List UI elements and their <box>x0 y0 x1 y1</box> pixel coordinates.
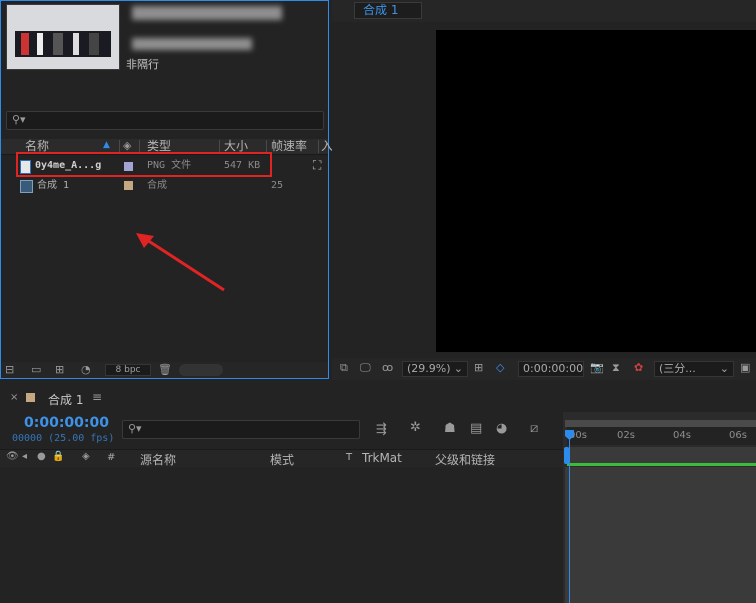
composition-canvas[interactable] <box>436 30 756 352</box>
blurred-info-1 <box>132 6 282 20</box>
timeline-layer-list <box>0 467 563 603</box>
search-icon: ⚲▾ <box>128 422 142 435</box>
item-fps: 25 <box>271 180 284 191</box>
comp-label-swatch <box>26 393 35 402</box>
footage-thumbnail <box>6 4 120 70</box>
ruler-tick: 04s <box>673 430 691 441</box>
video-visibility-icon[interactable]: 👁 <box>6 451 19 462</box>
current-time-display[interactable]: 0:00:00:00 <box>24 415 109 431</box>
close-tab-icon[interactable]: × <box>10 392 18 403</box>
layer-track-area <box>565 467 756 603</box>
work-area-range[interactable] <box>567 463 756 466</box>
annotation-highlight-box <box>16 152 272 177</box>
zoom-value: (29.9%) <box>407 362 451 375</box>
project-settings-icon[interactable]: ◔ <box>81 363 91 376</box>
resolution-select[interactable]: (三分... ⌄ <box>654 361 734 377</box>
interlace-info: 非隔行 <box>126 58 159 71</box>
frame-blending-icon[interactable]: ▤ <box>470 421 482 436</box>
fast-previews-icon[interactable]: ▣ <box>740 361 750 374</box>
snapshot-camera-icon[interactable]: 📷 <box>590 361 604 374</box>
label-color-swatch[interactable] <box>124 181 133 190</box>
ruler-tick: 06s <box>729 430 747 441</box>
audio-icon[interactable]: ◂ <box>22 451 27 462</box>
item-type: 合成 <box>147 180 167 191</box>
blurred-info-2 <box>132 38 252 50</box>
project-search-input[interactable]: ⚲▾ <box>6 111 324 130</box>
chevron-down-icon: ⌄ <box>719 362 729 375</box>
time-navigator-bar[interactable] <box>565 420 756 427</box>
show-snapshot-icon[interactable]: ⧗ <box>612 361 620 375</box>
flowchart-icon[interactable]: ⛶ <box>313 158 321 173</box>
graph-editor-icon[interactable]: ⧄ <box>530 421 538 436</box>
work-area-bar[interactable] <box>565 447 756 464</box>
monitor-icon[interactable]: 🖵 <box>360 361 371 375</box>
draft-3d-icon[interactable]: ✲ <box>410 420 421 435</box>
lock-icon[interactable]: 🔒 <box>52 451 64 462</box>
tab-composition[interactable]: 合成 1 <box>354 2 422 19</box>
composition-icon <box>20 180 33 193</box>
project-item-row[interactable]: 合成 1 合成 25 <box>1 177 328 195</box>
work-area-start-handle[interactable] <box>564 447 569 464</box>
trash-icon[interactable]: 🗑 <box>158 363 172 376</box>
column-layer-number: # <box>107 452 116 463</box>
chevron-down-icon: ⌄ <box>453 362 463 375</box>
project-bottom-bar: ⊟ ▭ ⊞ ◔ 8 bpc 🗑 <box>1 362 328 378</box>
item-name: 合成 1 <box>37 180 70 191</box>
color-channels-icon[interactable]: ✿ <box>634 361 643 374</box>
label-tag-icon[interactable]: ◈ <box>82 451 90 462</box>
column-fps[interactable]: 帧速率 <box>271 139 307 154</box>
shy-layers-icon[interactable]: ☗ <box>444 421 456 436</box>
column-parent[interactable]: 父级和链接 <box>435 451 495 468</box>
tab-timeline-comp[interactable]: 合成 1 <box>48 391 83 408</box>
always-preview-icon[interactable]: ⧉ <box>340 361 348 375</box>
panel-menu-icon[interactable]: ≡ <box>92 390 102 404</box>
motion-blur-icon[interactable]: ◕ <box>496 421 507 436</box>
playhead-line <box>569 430 570 603</box>
grid-guides-icon[interactable]: ⊞ <box>474 361 483 374</box>
column-t[interactable]: T <box>346 452 352 463</box>
mask-visibility-icon[interactable]: ꝏ <box>382 361 393 374</box>
sort-ascending-icon[interactable]: ▲ <box>103 140 110 150</box>
search-icon: ⚲▾ <box>12 113 26 126</box>
ruler-tick: 02s <box>617 430 635 441</box>
column-source-name[interactable]: 源名称 <box>140 451 176 468</box>
timeline-search-input[interactable]: ⚲▾ <box>122 420 360 439</box>
new-folder-icon[interactable]: ▭ <box>31 363 41 376</box>
viewer-timecode[interactable]: 0:00:00:00 <box>518 361 584 377</box>
timeline-column-header: 👁 ◂ ● 🔒 ◈ # 源名称 模式 T TrkMat 父级和链接 <box>0 449 563 468</box>
timeline-controls: 0:00:00:00 00000 (25.00 fps) ⚲▾ ⇶ ✲ ☗ ▤ … <box>0 412 563 448</box>
bpc-button[interactable]: 8 bpc <box>105 364 151 376</box>
label-tag-icon[interactable]: ◈ <box>123 139 131 152</box>
zoom-select[interactable]: (29.9%) ⌄ <box>402 361 468 377</box>
comp-mini-flowchart-icon[interactable]: ⇶ <box>376 422 387 437</box>
region-of-interest-icon[interactable]: ◇ <box>496 361 504 374</box>
column-trkmat[interactable]: TrkMat <box>362 451 402 465</box>
resolution-value: (三分... <box>659 362 696 375</box>
annotation-arrow <box>136 233 225 292</box>
timeline-tab-bar: × 合成 1 ≡ <box>0 387 756 409</box>
new-composition-icon[interactable]: ⊞ <box>55 363 64 376</box>
viewer-toolbar: ⧉ 🖵 ꝏ (29.9%) ⌄ ⊞ ◇ 0:00:00:00 📷 ⧗ ✿ (三分.… <box>332 358 756 380</box>
column-mode[interactable]: 模式 <box>270 451 294 468</box>
solo-icon[interactable]: ● <box>37 451 46 462</box>
interpret-footage-icon[interactable]: ⊟ <box>5 363 14 376</box>
frame-info: 00000 (25.00 fps) <box>12 433 115 444</box>
project-scrollbar[interactable] <box>179 364 223 376</box>
